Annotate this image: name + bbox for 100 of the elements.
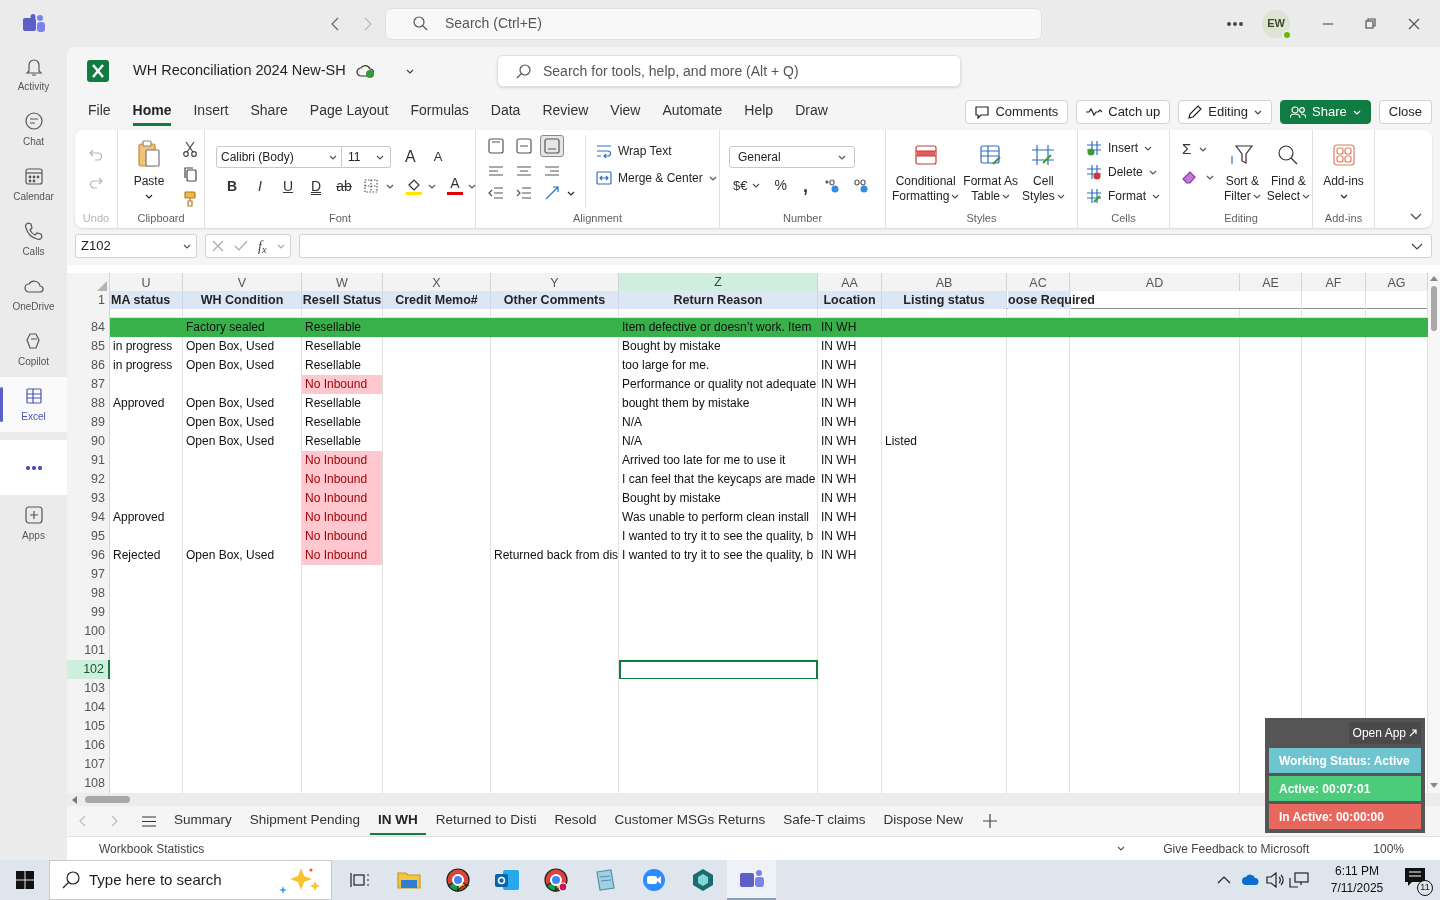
add-icon[interactable] bbox=[23, 505, 44, 525]
cloud-icon[interactable] bbox=[1241, 874, 1261, 886]
start-icon[interactable] bbox=[15, 871, 34, 889]
bold-button[interactable]: B bbox=[220, 175, 244, 197]
search-icon[interactable] bbox=[413, 16, 428, 31]
caret-icon[interactable] bbox=[1254, 109, 1263, 115]
row-number[interactable]: 97 bbox=[67, 565, 110, 585]
people-icon[interactable] bbox=[1290, 105, 1307, 119]
minimize-icon[interactable] bbox=[1323, 22, 1333, 25]
video-app-icon[interactable] bbox=[641, 868, 666, 892]
borders-icon[interactable] bbox=[364, 179, 378, 193]
toolbar-button[interactable]: Close bbox=[1378, 100, 1432, 124]
pulse-icon[interactable] bbox=[1086, 107, 1103, 117]
row-number[interactable]: 101 bbox=[67, 641, 110, 661]
rail-item[interactable]: Apps bbox=[0, 499, 67, 549]
cells-menu-button[interactable]: Insert bbox=[1086, 136, 1160, 160]
row-number[interactable]: 88 bbox=[67, 394, 110, 414]
caret-icon[interactable] bbox=[1152, 193, 1160, 199]
caret-icon[interactable] bbox=[1117, 846, 1126, 851]
row-number[interactable]: 108 bbox=[67, 774, 110, 794]
sheet-tab[interactable]: Resold bbox=[546, 807, 605, 835]
merge-center-button[interactable]: Merge & Center bbox=[596, 169, 717, 187]
conditional-formatting-icon[interactable] bbox=[913, 144, 938, 166]
scroll-down-icon[interactable] bbox=[1430, 783, 1438, 789]
task-view-icon[interactable] bbox=[349, 871, 370, 889]
wrap-icon[interactable] bbox=[596, 144, 612, 158]
caret-icon[interactable] bbox=[752, 183, 761, 188]
calendar-icon[interactable] bbox=[23, 165, 44, 186]
feedback-link[interactable]: Give Feedback to Microsoft bbox=[1163, 839, 1310, 858]
folder-icon[interactable] bbox=[396, 870, 421, 890]
format-table-icon[interactable] bbox=[978, 144, 1003, 166]
caret-icon[interactable] bbox=[1302, 194, 1311, 199]
expand-icon[interactable] bbox=[1411, 242, 1423, 250]
chat-icon[interactable] bbox=[23, 110, 44, 131]
menu-icon[interactable] bbox=[142, 815, 156, 827]
delete-cells-icon[interactable] bbox=[1086, 164, 1102, 180]
comma-button[interactable]: , bbox=[802, 178, 808, 193]
cloud-sync-icon[interactable] bbox=[355, 63, 376, 79]
teams-app-icon[interactable] bbox=[738, 868, 765, 890]
format-painter-icon[interactable] bbox=[182, 190, 198, 207]
formula-input[interactable] bbox=[299, 234, 1432, 258]
menu-tab[interactable]: Insert bbox=[193, 98, 229, 126]
menu-tab[interactable]: Help bbox=[744, 98, 774, 126]
caret-icon[interactable] bbox=[405, 68, 414, 74]
caret-icon[interactable] bbox=[1144, 145, 1152, 151]
toolbar-button[interactable]: Catch up bbox=[1076, 100, 1171, 124]
row-number[interactable]: 100 bbox=[67, 622, 110, 642]
excel-logo-icon[interactable] bbox=[87, 60, 109, 82]
toolbar-button[interactable]: Share bbox=[1280, 100, 1371, 124]
more-icon[interactable] bbox=[25, 465, 42, 470]
sheet-tab[interactable]: Dispose New bbox=[875, 807, 972, 835]
rail-item[interactable]: Excel bbox=[0, 377, 67, 432]
wrap-text-button[interactable]: Wrap Text bbox=[596, 142, 717, 160]
font-family-dropdown[interactable]: Calibri (Body) bbox=[216, 146, 342, 168]
row-number[interactable]: 89 bbox=[67, 413, 110, 433]
autosum-button[interactable]: Σ bbox=[1182, 139, 1214, 159]
browser-icon[interactable] bbox=[543, 868, 568, 892]
phone-icon[interactable] bbox=[23, 220, 44, 241]
network-icon[interactable] bbox=[1289, 872, 1309, 888]
caret-icon[interactable] bbox=[428, 183, 436, 189]
rail-item[interactable]: Copilot bbox=[0, 322, 67, 377]
external-link-icon[interactable] bbox=[1409, 729, 1417, 737]
row-number[interactable]: 102 bbox=[67, 660, 110, 680]
caret-icon[interactable] bbox=[468, 183, 476, 189]
caret-icon[interactable] bbox=[1056, 194, 1065, 199]
cell-styles-button[interactable]: Cell Styles bbox=[1022, 130, 1065, 208]
sheet-tab[interactable]: Shipment Pending bbox=[241, 807, 369, 835]
row-number[interactable]: 106 bbox=[67, 736, 110, 756]
decrease-indent-icon[interactable] bbox=[488, 185, 504, 201]
caret-icon[interactable] bbox=[386, 183, 394, 189]
increase-decimal-icon[interactable] bbox=[823, 178, 840, 193]
row-number[interactable]: 98 bbox=[67, 584, 110, 604]
strikethrough-button[interactable]: ab bbox=[332, 175, 356, 197]
caret-icon[interactable] bbox=[1252, 194, 1261, 199]
scissors-icon[interactable] bbox=[182, 141, 198, 158]
caret-icon[interactable] bbox=[1002, 194, 1011, 199]
row-number[interactable]: 90 bbox=[67, 432, 110, 452]
row-number[interactable]: 85 bbox=[67, 337, 110, 357]
italic-button[interactable]: I bbox=[248, 175, 272, 197]
browser-icon[interactable] bbox=[445, 868, 470, 892]
rail-item[interactable]: Calls bbox=[0, 212, 67, 267]
menu-tab[interactable]: Draw bbox=[795, 98, 828, 126]
decrease-decimal-icon[interactable] bbox=[852, 178, 869, 193]
caret-icon[interactable] bbox=[376, 154, 384, 160]
taskbar-search-field[interactable]: Type here to search bbox=[49, 860, 332, 900]
eraser-icon[interactable] bbox=[1182, 170, 1198, 184]
cell-styles-icon[interactable] bbox=[1031, 144, 1056, 166]
row-number[interactable]: 92 bbox=[67, 470, 110, 490]
pencil-icon[interactable] bbox=[1188, 105, 1203, 119]
avatar[interactable]: EW bbox=[1262, 9, 1290, 38]
vertical-scrollbar[interactable] bbox=[1428, 273, 1440, 793]
copy-icon[interactable] bbox=[182, 166, 198, 182]
menu-tab[interactable]: Share bbox=[250, 98, 288, 126]
name-box[interactable]: Z102 bbox=[75, 234, 197, 258]
rail-item[interactable]: Chat bbox=[0, 102, 67, 157]
menu-tab[interactable]: Page Layout bbox=[309, 98, 389, 126]
sheet-tab[interactable]: Summary bbox=[166, 807, 240, 835]
menu-tab[interactable]: Home bbox=[132, 98, 172, 126]
scroll-up-icon[interactable] bbox=[1430, 275, 1438, 281]
paste-button[interactable]: Paste bbox=[128, 140, 170, 202]
